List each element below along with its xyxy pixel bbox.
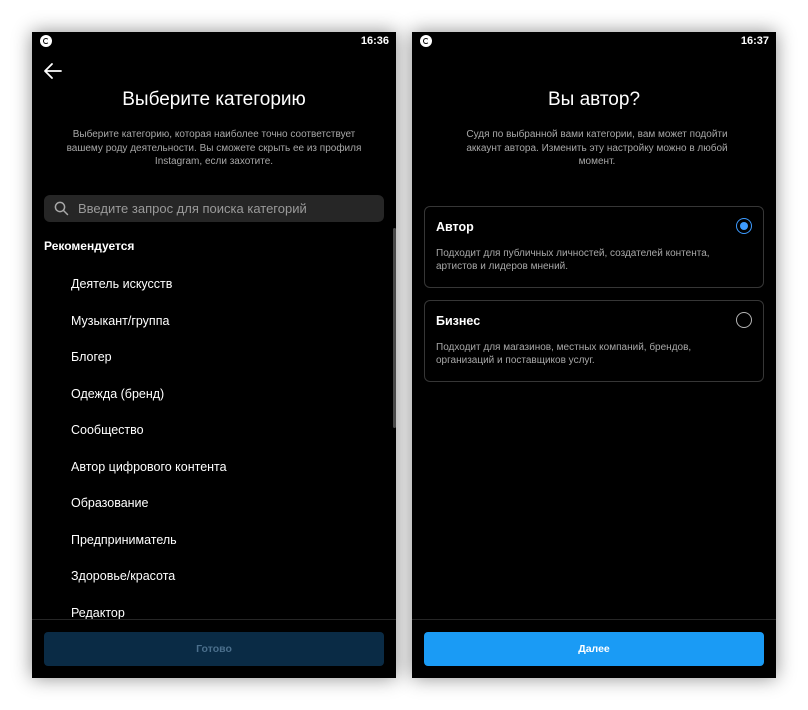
option-creator[interactable]: Автор Подходит для публичных личностей, … bbox=[424, 206, 764, 288]
status-bar: 16:36 bbox=[32, 32, 396, 50]
category-item[interactable]: Автор цифрового контента bbox=[71, 455, 371, 479]
category-item[interactable]: Редактор bbox=[71, 601, 371, 625]
footer-divider bbox=[32, 619, 396, 620]
search-box[interactable] bbox=[44, 195, 384, 222]
category-screen: 16:36 Выберите категорию Выберите катего… bbox=[32, 32, 396, 678]
category-item[interactable]: Музыкант/группа bbox=[71, 309, 371, 333]
search-input[interactable] bbox=[78, 195, 374, 222]
page-description: Выберите категорию, которая наиболее точ… bbox=[66, 129, 362, 167]
notification-icon bbox=[40, 35, 52, 47]
category-item[interactable]: Одежда (бренд) bbox=[71, 382, 371, 406]
next-button[interactable]: Далее bbox=[424, 632, 764, 666]
page-title: Выберите категорию bbox=[122, 89, 306, 110]
option-title: Бизнес bbox=[436, 314, 481, 328]
option-business[interactable]: Бизнес Подходит для магазинов, местных к… bbox=[424, 300, 764, 382]
scrollbar[interactable] bbox=[393, 228, 396, 428]
option-description: Подходит для магазинов, местных компаний… bbox=[436, 342, 692, 366]
status-time: 16:36 bbox=[360, 35, 389, 47]
radio-unselected-icon[interactable] bbox=[736, 312, 752, 328]
category-item[interactable]: Деятель искусств bbox=[71, 272, 371, 296]
option-title: Автор bbox=[436, 220, 474, 234]
account-type-screen: 16:37 Вы автор? Судя по выбранной вами к… bbox=[412, 32, 776, 678]
section-heading-recommended: Рекомендуется bbox=[44, 239, 135, 253]
search-icon bbox=[54, 201, 69, 216]
notification-icon bbox=[420, 35, 432, 47]
done-button[interactable]: Готово bbox=[44, 632, 384, 666]
radio-selected-icon[interactable] bbox=[736, 218, 752, 234]
back-arrow-icon[interactable] bbox=[42, 60, 64, 82]
page-title: Вы автор? bbox=[547, 89, 641, 110]
status-time: 16:37 bbox=[740, 35, 769, 47]
category-item[interactable]: Предприниматель bbox=[71, 528, 371, 552]
footer-divider bbox=[412, 619, 776, 620]
category-item[interactable]: Здоровье/красота bbox=[71, 564, 371, 588]
category-item[interactable]: Сообщество bbox=[71, 418, 371, 442]
page-description: Судя по выбранной вами категории, вам мо… bbox=[466, 129, 728, 167]
status-bar: 16:37 bbox=[412, 32, 776, 50]
category-item[interactable]: Образование bbox=[71, 491, 371, 515]
category-item[interactable]: Блогер bbox=[71, 345, 371, 369]
option-description: Подходит для публичных личностей, создат… bbox=[436, 248, 710, 272]
